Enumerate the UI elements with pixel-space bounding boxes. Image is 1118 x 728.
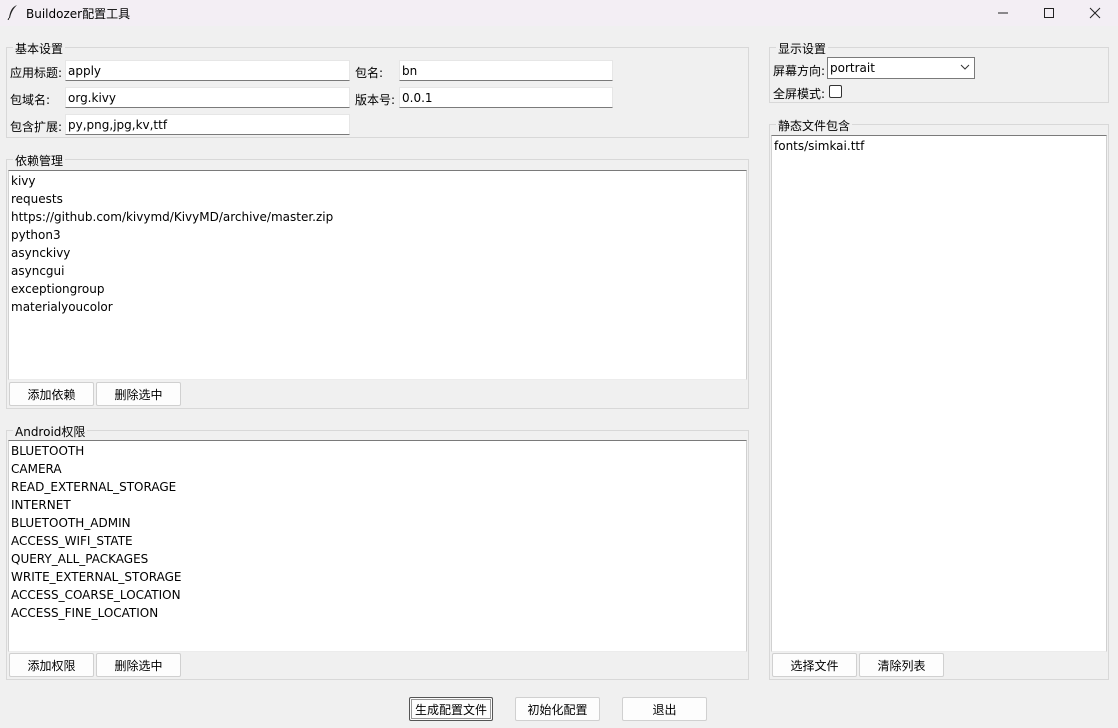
dependencies-items: kivy requests https://github.com/kivymd/… (9, 171, 746, 316)
package-name-field[interactable]: bn (399, 60, 613, 81)
app-title-field[interactable]: apply (65, 60, 350, 81)
list-item[interactable]: BLUETOOTH (9, 442, 746, 460)
static-files-title: 静态文件包含 (776, 117, 853, 134)
package-domain-label: 包域名: (10, 93, 51, 107)
version-label: 版本号: (355, 93, 396, 107)
list-item[interactable]: ACCESS_WIFI_STATE (9, 532, 746, 550)
package-domain-field[interactable]: org.kivy (65, 87, 350, 108)
select-file-button[interactable]: 选择文件 (772, 653, 857, 677)
package-name-label: 包名: (355, 66, 384, 80)
window-title: Buildozer配置工具 (26, 7, 131, 21)
fullscreen-checkbox[interactable] (829, 85, 842, 98)
maximize-icon (1044, 8, 1054, 18)
init-config-button[interactable]: 初始化配置 (515, 697, 600, 721)
delete-permission-button[interactable]: 删除选中 (96, 653, 181, 677)
permissions-title: Android权限 (13, 423, 88, 440)
list-item[interactable]: CAMERA (9, 460, 746, 478)
include-exts-label: 包含扩展: (10, 120, 63, 134)
permissions-list[interactable]: BLUETOOTH CAMERA READ_EXTERNAL_STORAGE I… (8, 440, 747, 652)
list-item[interactable]: asyncgui (9, 262, 746, 280)
list-item[interactable]: READ_EXTERNAL_STORAGE (9, 478, 746, 496)
list-item[interactable]: fonts/simkai.ttf (772, 137, 1106, 155)
list-item[interactable]: ACCESS_COARSE_LOCATION (9, 586, 746, 604)
close-button[interactable] (1072, 0, 1118, 26)
generate-config-button[interactable]: 生成配置文件 (409, 697, 493, 721)
display-settings-title: 显示设置 (776, 40, 829, 57)
feather-icon (7, 5, 17, 20)
list-item[interactable]: WRITE_EXTERNAL_STORAGE (9, 568, 746, 586)
minimize-icon (998, 12, 1008, 14)
orientation-select[interactable]: portrait (827, 57, 975, 79)
list-item[interactable]: exceptiongroup (9, 280, 746, 298)
list-item[interactable]: kivy (9, 172, 746, 190)
dependencies-title: 依赖管理 (13, 152, 66, 169)
minimize-button[interactable] (980, 0, 1026, 26)
list-item[interactable]: python3 (9, 226, 746, 244)
static-files-items: fonts/simkai.ttf (772, 136, 1106, 155)
list-item[interactable]: ACCESS_FINE_LOCATION (9, 604, 746, 622)
list-item[interactable]: https://github.com/kivymd/KivyMD/archive… (9, 208, 746, 226)
close-icon (1089, 7, 1101, 19)
version-field[interactable]: 0.0.1 (399, 87, 613, 108)
exit-button[interactable]: 退出 (622, 697, 707, 721)
list-item[interactable]: BLUETOOTH_ADMIN (9, 514, 746, 532)
list-item[interactable]: QUERY_ALL_PACKAGES (9, 550, 746, 568)
list-item[interactable]: materialyoucolor (9, 298, 746, 316)
maximize-button[interactable] (1026, 0, 1072, 26)
permissions-items: BLUETOOTH CAMERA READ_EXTERNAL_STORAGE I… (9, 441, 746, 622)
orientation-value: portrait (830, 61, 875, 75)
delete-dependency-button[interactable]: 删除选中 (96, 382, 181, 406)
app-title-label: 应用标题: (10, 66, 63, 80)
add-permission-button[interactable]: 添加权限 (9, 653, 94, 677)
list-item[interactable]: INTERNET (9, 496, 746, 514)
dependencies-list[interactable]: kivy requests https://github.com/kivymd/… (8, 170, 747, 380)
basic-settings-title: 基本设置 (13, 40, 66, 57)
clear-list-button[interactable]: 清除列表 (859, 653, 944, 677)
list-item[interactable]: asynckivy (9, 244, 746, 262)
list-item[interactable]: requests (9, 190, 746, 208)
orientation-label: 屏幕方向: (773, 64, 826, 78)
add-dependency-button[interactable]: 添加依赖 (9, 382, 94, 406)
include-exts-field[interactable]: py,png,jpg,kv,ttf (65, 114, 350, 135)
chevron-down-icon (960, 64, 970, 70)
title-bar: Buildozer配置工具 (0, 0, 1118, 26)
static-files-list[interactable]: fonts/simkai.ttf (771, 135, 1107, 652)
fullscreen-label: 全屏模式: (773, 87, 826, 101)
